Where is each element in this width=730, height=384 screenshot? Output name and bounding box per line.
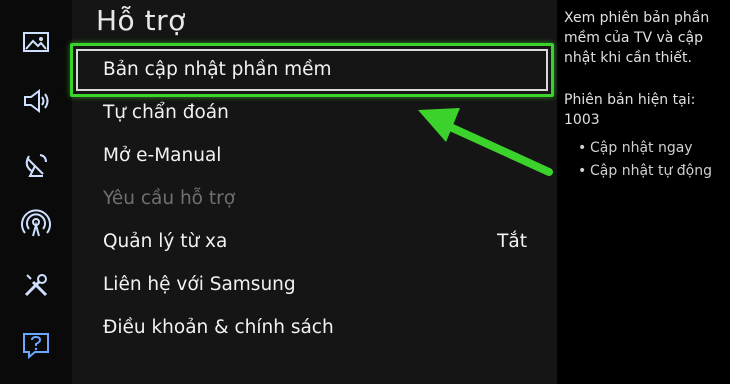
network-icon[interactable] <box>18 206 54 242</box>
info-description: Xem phiên bản phần mềm của TV và cập nhậ… <box>564 10 710 66</box>
version-value: 1003 <box>564 112 600 128</box>
sidebar <box>0 0 72 384</box>
bullet-icon: • <box>578 163 587 179</box>
menu-item-request-support: Yêu cầu hỗ trợ <box>72 177 557 220</box>
page-title: Hỗ trợ <box>96 4 186 37</box>
tools-icon[interactable] <box>18 267 54 303</box>
menu-item-contact-samsung[interactable]: Liên hệ với Samsung <box>72 263 557 306</box>
menu-item-label: Tự chẩn đoán <box>103 102 229 123</box>
menu-item-label: Mở e-Manual <box>103 145 222 166</box>
menu-item-label: Quản lý từ xa <box>103 231 228 252</box>
menu-item-open-e-manual[interactable]: Mở e-Manual <box>72 134 557 177</box>
update-options: • Cập nhật ngay • Cập nhật tự động <box>564 137 724 183</box>
menu-item-self-diagnosis[interactable]: Tự chẩn đoán <box>72 91 557 134</box>
update-option-now: • Cập nhật ngay <box>564 137 724 160</box>
remote-management-value: Tắt <box>497 231 527 252</box>
info-panel: Xem phiên bản phần mềm của TV và cập nhậ… <box>564 8 724 183</box>
option-label: Cập nhật ngay <box>590 140 693 156</box>
support-icon[interactable] <box>18 327 54 363</box>
picture-icon[interactable] <box>18 24 54 60</box>
menu-item-label: Yêu cầu hỗ trợ <box>103 188 236 209</box>
menu-item-terms-policy[interactable]: Điều khoản & chính sách <box>72 306 557 349</box>
menu-item-label: Bản cập nhật phần mềm <box>103 59 332 80</box>
bullet-icon: • <box>578 140 587 156</box>
menu-item-remote-management[interactable]: Quản lý từ xa Tắt <box>72 220 557 263</box>
menu-item-label: Liên hệ với Samsung <box>103 274 296 295</box>
broadcast-icon[interactable] <box>18 147 54 183</box>
menu-item-label: Điều khoản & chính sách <box>103 317 334 338</box>
sound-icon[interactable] <box>18 83 54 119</box>
update-option-auto: • Cập nhật tự động <box>564 160 724 183</box>
menu-item-software-update[interactable]: Bản cập nhật phần mềm <box>72 48 557 91</box>
version-label: Phiên bản hiện tại: <box>564 92 696 108</box>
option-label: Cập nhật tự động <box>590 163 712 179</box>
